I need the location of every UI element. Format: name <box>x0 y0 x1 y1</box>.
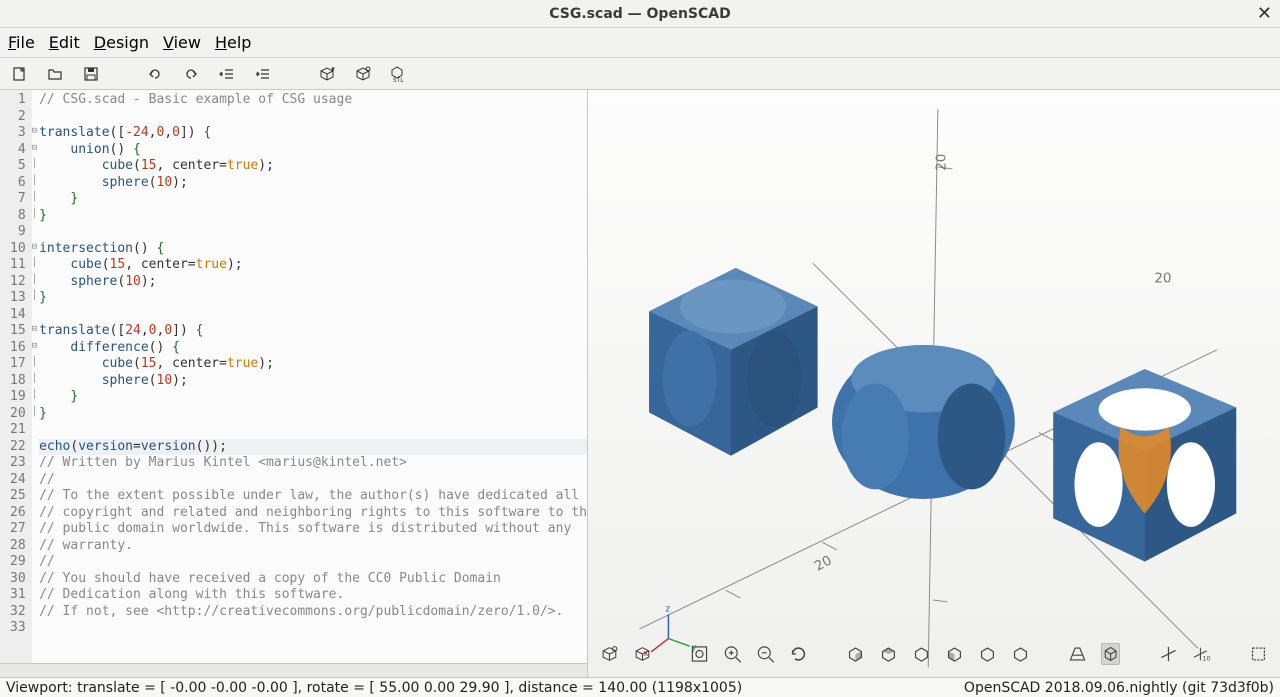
menu-help[interactable]: Help <box>215 33 251 52</box>
line-gutter: 1234567891011121314151617181920212223242… <box>0 90 32 663</box>
editor-horizontal-scrollbar[interactable] <box>0 663 587 677</box>
zoom-in-icon[interactable] <box>723 643 742 665</box>
shape-difference <box>1053 369 1236 561</box>
view-right-icon[interactable] <box>846 643 865 665</box>
view-left-icon[interactable] <box>945 643 964 665</box>
undo-icon[interactable] <box>144 63 166 85</box>
shape-union <box>649 268 817 456</box>
viewport-toolbar: 10 <box>588 639 1280 669</box>
indent-icon[interactable] <box>252 63 274 85</box>
svg-text:10: 10 <box>1202 655 1210 662</box>
export-stl-icon[interactable]: STL <box>388 63 410 85</box>
viewport-scene: 20 20 20 z y x <box>588 90 1280 677</box>
view-front-icon[interactable] <box>978 643 997 665</box>
perspective-icon[interactable] <box>1068 643 1087 665</box>
menubar: File Edit Design View Help <box>0 28 1280 58</box>
edges-icon[interactable] <box>1249 643 1268 665</box>
axis-tick-y: 20 <box>812 553 835 575</box>
render-view-icon[interactable] <box>633 643 652 665</box>
close-icon[interactable]: ✕ <box>1257 3 1272 24</box>
menu-file[interactable]: File <box>8 33 35 52</box>
status-version: OpenSCAD 2018.09.06.nightly (git 73d3f0b… <box>964 680 1274 696</box>
axis-tick-z: 20 <box>934 154 950 171</box>
editor-pane: 1234567891011121314151617181920212223242… <box>0 90 588 677</box>
zoom-out-icon[interactable] <box>756 643 775 665</box>
save-icon[interactable] <box>80 63 102 85</box>
view-bottom-icon[interactable] <box>912 643 931 665</box>
open-icon[interactable] <box>44 63 66 85</box>
new-icon[interactable] <box>8 63 30 85</box>
preview-view-icon[interactable] <box>600 643 619 665</box>
scale-marker-icon[interactable]: 10 <box>1192 643 1211 665</box>
editor-toolbar: STL <box>0 58 1280 90</box>
view-all-icon[interactable] <box>690 643 709 665</box>
statusbar: Viewport: translate = [ -0.00 -0.00 -0.0… <box>0 677 1280 697</box>
orthographic-icon[interactable] <box>1101 643 1120 665</box>
status-viewport: Viewport: translate = [ -0.00 -0.00 -0.0… <box>6 680 742 696</box>
axes-icon[interactable] <box>1159 643 1178 665</box>
svg-text:STL: STL <box>393 77 404 83</box>
3d-viewport[interactable]: 20 20 20 z y x <box>588 90 1280 677</box>
titlebar: CSG.scad — OpenSCAD ✕ <box>0 0 1280 28</box>
code-editor[interactable]: 1234567891011121314151617181920212223242… <box>0 90 587 663</box>
view-back-icon[interactable] <box>1011 643 1030 665</box>
view-top-icon[interactable] <box>879 643 898 665</box>
render-icon[interactable] <box>352 63 374 85</box>
reset-view-icon[interactable] <box>789 643 808 665</box>
unindent-icon[interactable] <box>216 63 238 85</box>
preview-icon[interactable] <box>316 63 338 85</box>
redo-icon[interactable] <box>180 63 202 85</box>
code-area[interactable]: // CSG.scad - Basic example of CSG usage… <box>37 90 587 663</box>
menu-design[interactable]: Design <box>94 33 149 52</box>
menu-edit[interactable]: Edit <box>49 33 80 52</box>
window-title: CSG.scad — OpenSCAD <box>549 6 730 22</box>
svg-text:z: z <box>666 605 671 615</box>
shape-intersection <box>832 345 1015 499</box>
axis-tick-x: 20 <box>1154 270 1171 286</box>
menu-view[interactable]: View <box>163 33 201 52</box>
